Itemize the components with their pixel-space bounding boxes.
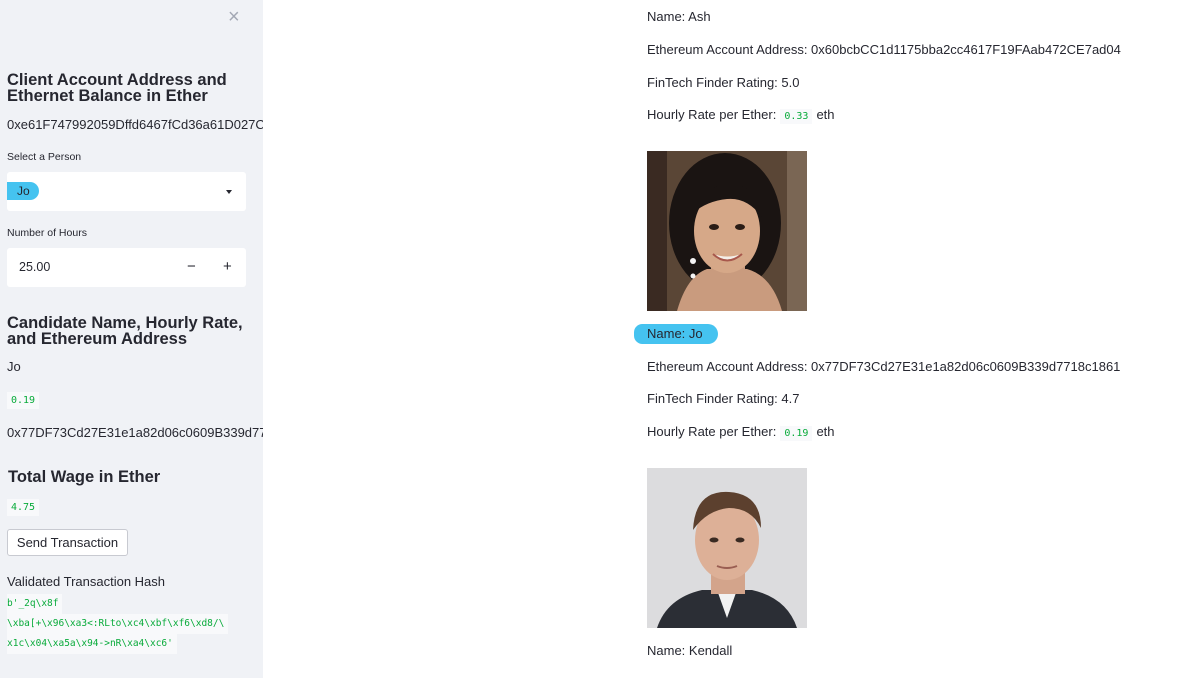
candidate-hourly-rate: Hourly Rate per Ether: 0.19 eth bbox=[647, 424, 835, 441]
total-wage-heading: Total Wage in Ether bbox=[8, 468, 161, 486]
total-wage-value: 4.75 bbox=[7, 499, 40, 516]
candidate-rating: FinTech Finder Rating: 5.0 bbox=[647, 75, 800, 90]
rate-value: 0.19 bbox=[780, 426, 813, 441]
candidate-eth-address: Ethereum Account Address: 0x77DF73Cd27E3… bbox=[647, 359, 1121, 374]
transaction-hash-label: Validated Transaction Hash bbox=[7, 574, 166, 589]
candidate-address: 0x77DF73Cd27E31e1a82d06c0609B339d7718c18… bbox=[7, 425, 263, 440]
rate-value: 0.33 bbox=[780, 109, 813, 124]
sidebar: × Client Account Address and Ethernet Ba… bbox=[0, 0, 263, 678]
hash-line: b'_2q\x8f bbox=[7, 594, 63, 614]
rate-unit: eth bbox=[816, 107, 835, 122]
transaction-hash: b'_2q\x8f \xba[+\x96\xa3<:RLto\xc4\xbf\x… bbox=[7, 594, 229, 654]
hours-label: Number of Hours bbox=[7, 227, 87, 239]
candidate-rating: FinTech Finder Rating: 4.7 bbox=[647, 391, 800, 406]
rate-label: Hourly Rate per Ether: bbox=[647, 424, 777, 439]
chevron-down-icon[interactable] bbox=[226, 190, 232, 194]
candidate-rate: 0.19 bbox=[7, 392, 40, 409]
hours-number-input[interactable]: 25.00 − + bbox=[7, 248, 246, 287]
client-address: 0xe61F747992059Dffd6467fCd36a61D027C bbox=[7, 117, 263, 132]
hash-line: x1c\x04\xa5a\x94->nR\xa4\xc6' bbox=[7, 634, 177, 654]
decrement-button[interactable]: − bbox=[187, 258, 196, 275]
main-content: Name: Ash Ethereum Account Address: 0x60… bbox=[263, 0, 1202, 678]
select-person-dropdown[interactable]: Jo bbox=[7, 172, 246, 211]
candidate-name: Name: Ash bbox=[647, 9, 711, 24]
rate-unit: eth bbox=[816, 424, 835, 439]
close-sidebar-icon[interactable]: × bbox=[228, 7, 240, 27]
rate-label: Hourly Rate per Ether: bbox=[647, 107, 777, 122]
candidate-photo-jo bbox=[647, 151, 807, 311]
candidate-eth-address: Ethereum Account Address: 0x60bcbCC1d117… bbox=[647, 42, 1121, 57]
hash-line: \xba[+\x96\xa3<:RLto\xc4\xbf\xf6\xd8/\ bbox=[7, 614, 229, 634]
candidate-heading: Candidate Name, Hourly Rate, and Ethereu… bbox=[7, 314, 243, 348]
send-transaction-button[interactable]: Send Transaction bbox=[7, 529, 128, 556]
hours-value[interactable]: 25.00 bbox=[19, 260, 50, 274]
candidate-name: Name: Kendall bbox=[647, 643, 733, 658]
selected-person-tag: Jo bbox=[7, 182, 39, 200]
select-person-label: Select a Person bbox=[7, 151, 82, 163]
client-account-heading: Client Account Address and Ethernet Bala… bbox=[7, 71, 227, 105]
candidate-name: Name: Jo bbox=[647, 326, 703, 341]
increment-button[interactable]: + bbox=[223, 258, 232, 275]
candidate-name: Jo bbox=[7, 359, 21, 374]
candidate-hourly-rate: Hourly Rate per Ether: 0.33 eth bbox=[647, 107, 835, 124]
candidate-photo-kendall bbox=[647, 468, 807, 628]
